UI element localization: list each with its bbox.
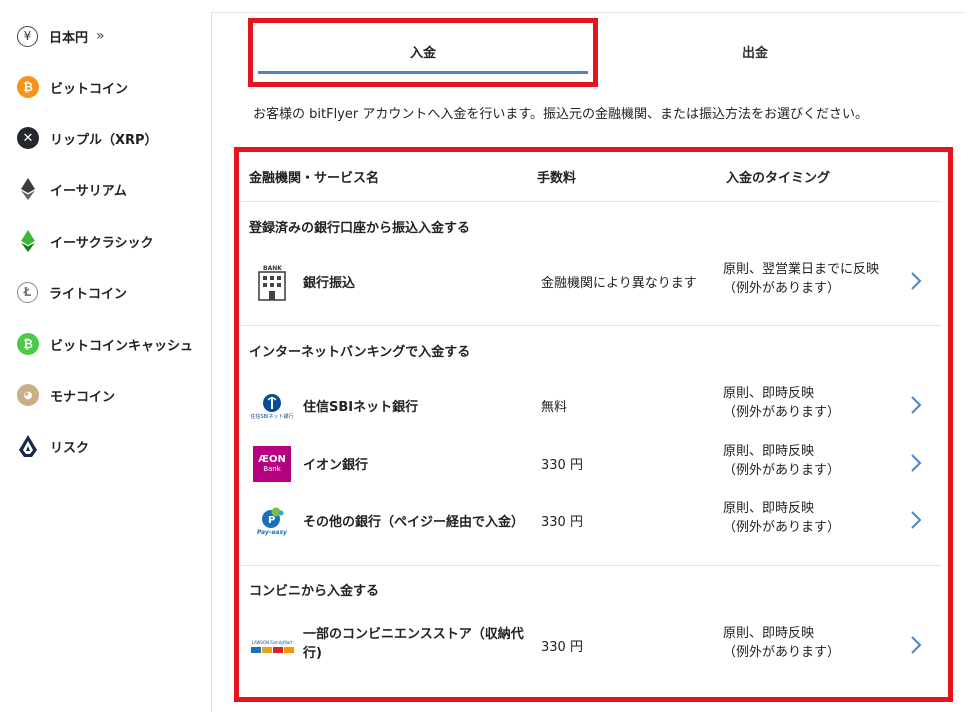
- tab-deposit[interactable]: 入金: [258, 26, 588, 76]
- table-row-convenience-store[interactable]: LAWSON FamilyMart 一部のコンビニエンスストア（収納代 行) 3…: [241, 620, 941, 670]
- row-fee: 無料: [541, 400, 568, 415]
- payeasy-logo: P Pay-easy: [253, 503, 291, 539]
- divider: [241, 565, 941, 566]
- row-fee: 330 円: [541, 515, 583, 530]
- row-name: 銀行振込: [303, 276, 356, 291]
- row-timing: 原則、即時反映 （例外があります）: [723, 386, 841, 420]
- section-title-registered-bank: 登録済みの銀行口座から振込入金する: [249, 221, 471, 236]
- chevron-right-icon[interactable]: [909, 452, 923, 474]
- aeon-bank-logo: ÆON Bank: [253, 446, 291, 482]
- section-title-internet-banking: インターネットバンキングで入金する: [249, 345, 471, 360]
- litecoin-icon: Ł: [17, 281, 38, 303]
- header-service-name: 金融機関・サービス名: [249, 171, 380, 186]
- chevron-right-icon[interactable]: [909, 634, 923, 656]
- yen-icon: ¥: [17, 25, 38, 47]
- row-timing: 原則、即時反映 （例外があります）: [723, 444, 841, 478]
- row-fee: 330 円: [541, 640, 583, 655]
- sidebar-item-jpy[interactable]: ¥ 日本円 »: [17, 23, 105, 49]
- divider: [241, 201, 941, 202]
- row-timing: 原則、即時反映 （例外があります）: [723, 501, 841, 535]
- table-row-sbi[interactable]: 住信SBIネット銀行 住信SBIネット銀行 無料 原則、即時反映 （例外がありま…: [241, 380, 941, 430]
- tab-withdraw[interactable]: 出金: [590, 26, 920, 76]
- table-row-payeasy[interactable]: P Pay-easy その他の銀行（ペイジー経由で入金） 330 円 原則、即時…: [241, 495, 941, 545]
- row-name: その他の銀行（ペイジー経由で入金）: [303, 515, 525, 530]
- chevron-right-icon[interactable]: [909, 509, 923, 531]
- header-timing: 入金のタイミング: [726, 171, 831, 186]
- sidebar-item-eth[interactable]: イーサリアム: [17, 176, 127, 202]
- row-timing: 原則、翌営業日までに反映 （例外があります）: [723, 262, 880, 296]
- ethereum-classic-icon: [17, 230, 39, 252]
- double-chevron-icon: »: [96, 28, 105, 44]
- table-row-aeon[interactable]: ÆON Bank イオン銀行 330 円 原則、即時反映 （例外があります）: [241, 438, 941, 488]
- convenience-store-logos: LAWSON FamilyMart: [249, 628, 295, 664]
- xrp-icon: ✕: [17, 127, 39, 149]
- chevron-right-icon[interactable]: [909, 394, 923, 416]
- section-title-convenience-store: コンビニから入金する: [249, 584, 380, 599]
- row-name: 住信SBIネット銀行: [303, 400, 419, 415]
- lisk-icon: [17, 435, 39, 457]
- table-row-bank-transfer[interactable]: BANK 銀行振込 金融機関により異なります 原則、翌営業日までに反映 （例外が…: [241, 256, 941, 306]
- sbi-bank-logo: 住信SBIネット銀行: [250, 388, 294, 424]
- row-timing: 原則、即時反映 （例外があります）: [723, 626, 841, 660]
- row-name: イオン銀行: [303, 458, 369, 473]
- sidebar-item-etc[interactable]: イーサクラシック: [17, 228, 153, 254]
- content-top-border: [211, 12, 964, 13]
- chevron-right-icon[interactable]: [909, 270, 923, 292]
- sidebar-item-btc[interactable]: ₿ ビットコイン: [17, 74, 128, 100]
- sidebar-item-bch[interactable]: ₿ ビットコインキャッシュ: [17, 331, 193, 357]
- svg-text:BANK: BANK: [263, 265, 282, 272]
- header-fee: 手数料: [537, 171, 577, 186]
- content-left-border: [211, 12, 212, 712]
- currency-sidebar: ¥ 日本円 » ₿ ビットコイン ✕ リップル（XRP） イーサリアム イーサク…: [0, 0, 211, 712]
- row-name: 一部のコンビニエンスストア（収納代 行): [303, 627, 524, 661]
- bitcoin-icon: ₿: [17, 76, 39, 98]
- bank-building-icon: BANK: [253, 264, 291, 301]
- intro-text: お客様の bitFlyer アカウントへ入金を行います。振込元の金融機関、または…: [253, 107, 869, 122]
- row-fee: 330 円: [541, 458, 583, 473]
- sidebar-item-mona[interactable]: ◕ モナコイン: [17, 382, 115, 408]
- sidebar-item-lsk[interactable]: リスク: [17, 433, 89, 459]
- ethereum-icon: [17, 178, 39, 200]
- row-fee: 金融機関により異なります: [541, 276, 697, 291]
- divider: [241, 325, 941, 326]
- sidebar-item-xrp[interactable]: ✕ リップル（XRP）: [17, 125, 158, 151]
- sidebar-item-ltc[interactable]: Ł ライトコイン: [17, 279, 127, 305]
- monacoin-icon: ◕: [17, 384, 39, 406]
- svg-text:P: P: [268, 515, 275, 526]
- bitcoin-cash-icon: ₿: [17, 333, 39, 355]
